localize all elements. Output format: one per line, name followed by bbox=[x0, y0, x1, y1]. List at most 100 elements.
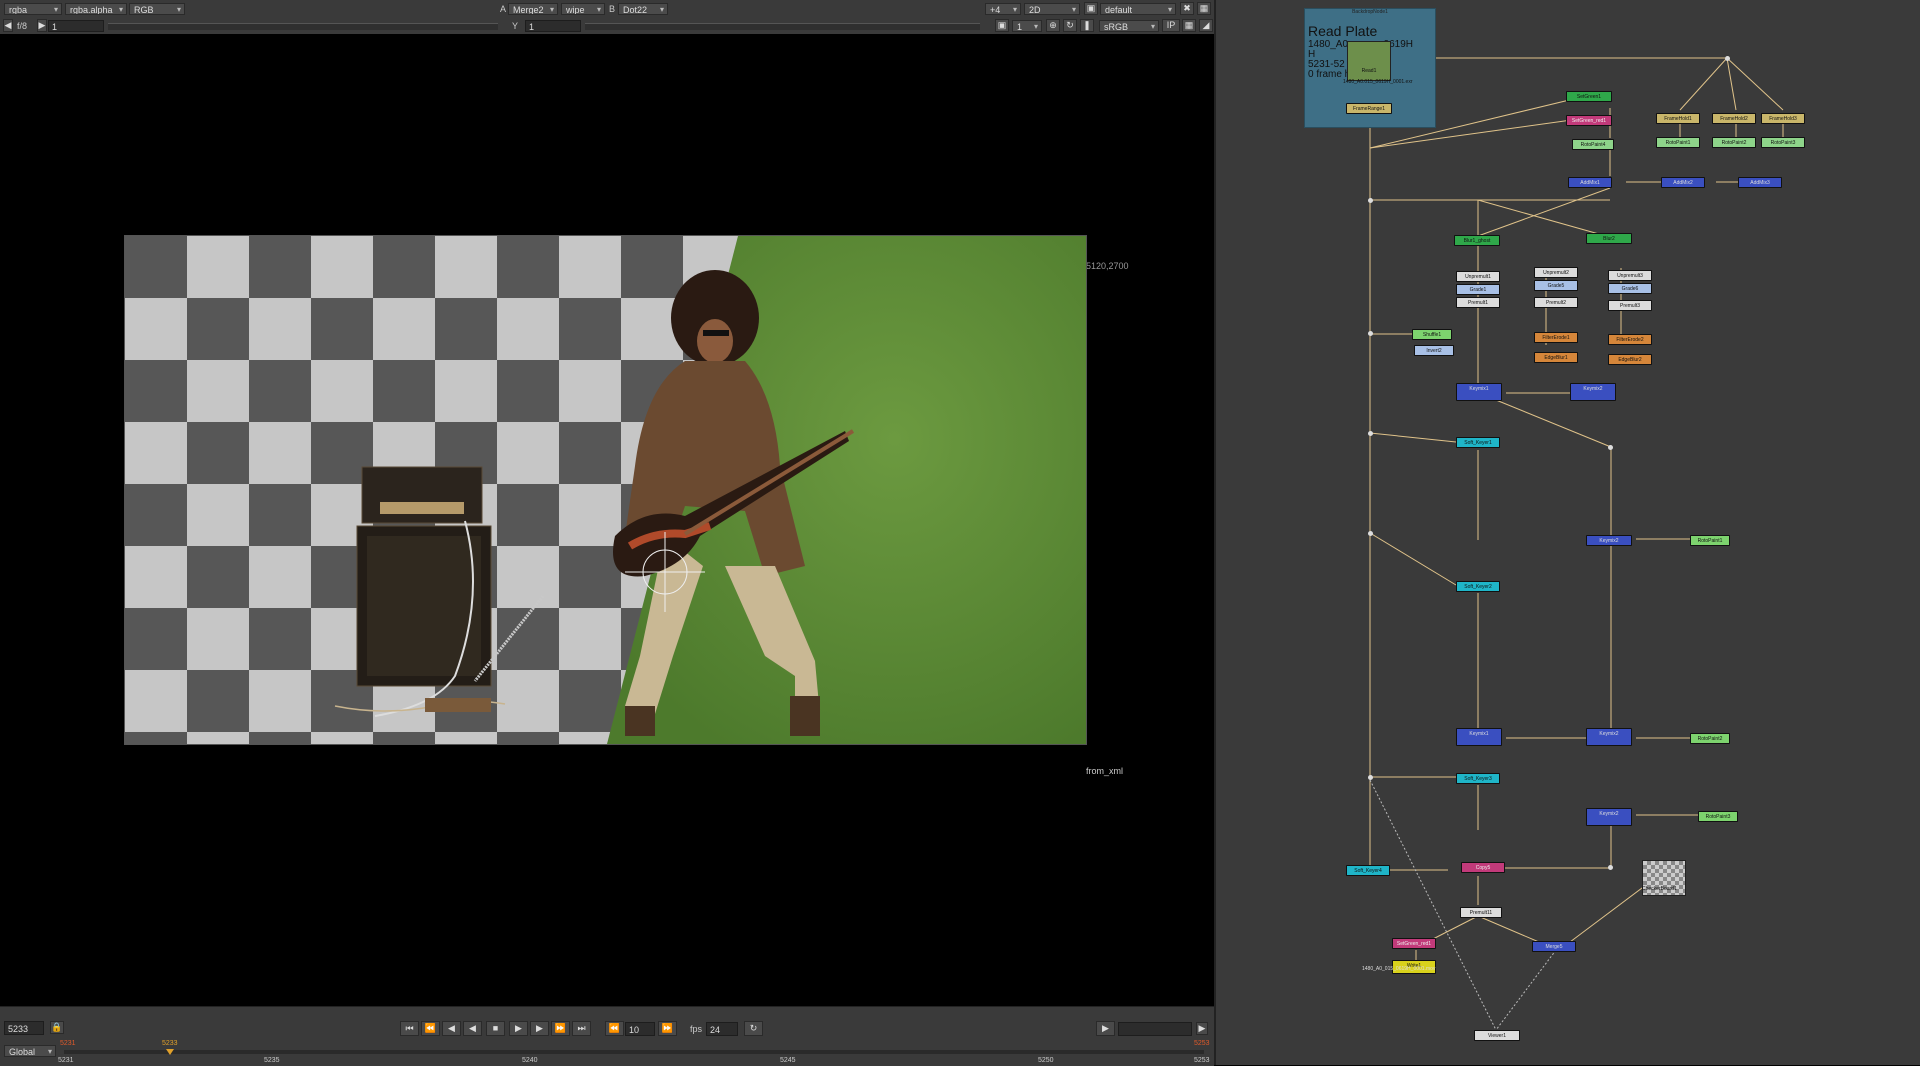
node-soft-keyer3[interactable]: Soft_Keyer3 bbox=[1456, 773, 1500, 784]
node-blur1[interactable]: Blur1_ghost bbox=[1454, 235, 1500, 246]
node-graph-panel[interactable]: BackdropNode1 Read Plate 1480_A0 _0619H … bbox=[1214, 0, 1920, 1065]
clipping-warning-icon[interactable]: ▦ bbox=[1182, 19, 1196, 32]
monitor-out-icon[interactable]: ▶ bbox=[1096, 1021, 1115, 1036]
frame-range-field[interactable] bbox=[1118, 1022, 1192, 1036]
node-soft-keyer4[interactable]: Soft_Keyer4 bbox=[1346, 865, 1390, 876]
node-keymix2[interactable]: Keymix2 bbox=[1570, 383, 1616, 401]
node-unpremult3[interactable]: Unpremult3 bbox=[1608, 270, 1652, 281]
loop-icon[interactable]: ↻ bbox=[744, 1021, 763, 1036]
node-keymix3[interactable]: Keymix1 bbox=[1456, 728, 1502, 746]
proxy-icon[interactable]: ▣ bbox=[995, 19, 1009, 32]
input-process-button[interactable]: IP bbox=[1162, 19, 1180, 32]
node-filter-erode1[interactable]: FilterErode1 bbox=[1534, 332, 1578, 343]
node-set-green-red[interactable]: SetGreen_red1 bbox=[1566, 115, 1612, 126]
increment-field[interactable]: 10 bbox=[625, 1022, 655, 1036]
dot-node[interactable] bbox=[1368, 198, 1373, 203]
dot-node[interactable] bbox=[1725, 56, 1730, 61]
node-roto1[interactable]: RotoPaint1 bbox=[1656, 137, 1700, 148]
node-premult2[interactable]: Premult2 bbox=[1534, 297, 1578, 308]
node-edge-blur1[interactable]: EdgeBlur1 bbox=[1534, 352, 1578, 363]
playhead-marker[interactable]: 5233 bbox=[162, 1040, 178, 1047]
last-frame-icon[interactable]: ⏭ bbox=[572, 1021, 591, 1036]
roi-icon[interactable]: ▦ bbox=[1197, 2, 1211, 15]
node-copy5[interactable]: Copy5 bbox=[1461, 862, 1505, 873]
in-point-marker[interactable]: 5231 bbox=[60, 1040, 76, 1047]
node-merge5[interactable]: Merge5 bbox=[1532, 941, 1576, 952]
gain-up-arrow-icon[interactable]: ▶ bbox=[37, 19, 47, 32]
lock-icon[interactable]: ✖ bbox=[1180, 2, 1194, 15]
read-node-thumbnail[interactable]: Read1 bbox=[1347, 41, 1391, 81]
node-premult3[interactable]: Premult3 bbox=[1608, 300, 1652, 311]
node-roto-right3[interactable]: RotoPaint3 bbox=[1698, 811, 1738, 822]
node-set-green[interactable]: SetGreen1 bbox=[1566, 91, 1612, 102]
gain-down-arrow-icon[interactable]: ◀ bbox=[3, 19, 13, 32]
node-keymix6[interactable]: Keymix2 bbox=[1586, 808, 1632, 826]
timeline-track[interactable] bbox=[64, 1050, 1204, 1054]
dot-node[interactable] bbox=[1368, 531, 1373, 536]
proxy-dropdown[interactable]: 1 bbox=[1012, 20, 1042, 32]
node-soft-keyer1[interactable]: Soft_Keyer1 bbox=[1456, 437, 1500, 448]
node-keymix1[interactable]: Keymix1 bbox=[1456, 383, 1502, 401]
node-framehold2[interactable]: FrameHold2 bbox=[1712, 113, 1756, 124]
prev-frame-icon[interactable]: ◀ bbox=[442, 1021, 461, 1036]
pause-icon[interactable]: ❚ bbox=[1080, 19, 1094, 32]
input-a-dropdown[interactable]: Merge2 bbox=[508, 3, 558, 15]
camera-icon[interactable]: ▣ bbox=[1084, 2, 1098, 15]
node-premult11[interactable]: Premult11 bbox=[1460, 907, 1502, 918]
node-framehold1[interactable]: FrameHold1 bbox=[1656, 113, 1700, 124]
camera-dropdown[interactable]: default bbox=[1100, 3, 1176, 15]
node-premult1[interactable]: Premult1 bbox=[1456, 297, 1500, 308]
node-soft-keyer2[interactable]: Soft_Keyer2 bbox=[1456, 581, 1500, 592]
node-roto-right2[interactable]: RotoPaint2 bbox=[1690, 733, 1730, 744]
node-addmix3[interactable]: AddMix3 bbox=[1738, 177, 1782, 188]
range-mode-dropdown[interactable]: Global bbox=[4, 1045, 56, 1057]
next-frame-icon[interactable]: ▶ bbox=[530, 1021, 549, 1036]
input-b-dropdown[interactable]: Dot22 bbox=[618, 3, 668, 15]
play-backward-icon[interactable]: ◀ bbox=[463, 1021, 482, 1036]
node-frame-range[interactable]: FrameRange1 bbox=[1346, 103, 1392, 114]
stop-icon[interactable]: ■ bbox=[486, 1021, 505, 1036]
dot-node[interactable] bbox=[1368, 775, 1373, 780]
refresh-icon[interactable]: ↻ bbox=[1063, 19, 1077, 32]
dot-node[interactable] bbox=[1608, 865, 1613, 870]
node-roto3[interactable]: RotoPaint3 bbox=[1761, 137, 1805, 148]
node-keymix4[interactable]: Keymix2 bbox=[1586, 728, 1632, 746]
playhead-icon[interactable] bbox=[166, 1049, 174, 1055]
range-arrow-icon[interactable]: ▶ bbox=[1196, 1022, 1208, 1035]
out-point-marker[interactable]: 5253 bbox=[1194, 1040, 1210, 1047]
gamma-field[interactable]: 1 bbox=[525, 20, 581, 32]
viewer-image[interactable] bbox=[124, 235, 1087, 745]
channels-dropdown[interactable]: rgba bbox=[4, 3, 62, 15]
node-invert2[interactable]: Invert2 bbox=[1414, 345, 1454, 356]
gamma-slider[interactable] bbox=[585, 23, 980, 30]
skip-back-icon[interactable]: ⏪ bbox=[605, 1021, 624, 1036]
node-keymix5[interactable]: Keymix2 bbox=[1586, 535, 1632, 546]
node-grade5[interactable]: Grade5 bbox=[1534, 280, 1578, 291]
node-grade6[interactable]: Grade6 bbox=[1608, 283, 1652, 294]
node-unpremult1[interactable]: Unpremult1 bbox=[1456, 271, 1500, 282]
dot-node[interactable] bbox=[1368, 431, 1373, 436]
node-pink-output[interactable]: SetGreen_red1 bbox=[1392, 938, 1436, 949]
node-unpremult2[interactable]: Unpremult2 bbox=[1534, 267, 1578, 278]
display-channels-dropdown[interactable]: RGB bbox=[129, 3, 185, 15]
fps-field[interactable]: 24 bbox=[706, 1022, 738, 1036]
node-filter-erode2[interactable]: FilterErode2 bbox=[1608, 334, 1652, 345]
node-roto2[interactable]: RotoPaint2 bbox=[1712, 137, 1756, 148]
frame-lock-icon[interactable]: 🔒 bbox=[50, 1021, 64, 1034]
view-mode-dropdown[interactable]: 2D bbox=[1024, 3, 1080, 15]
prev-keyframe-icon[interactable]: ⏪ bbox=[421, 1021, 440, 1036]
node-grade1[interactable]: Grade1 bbox=[1456, 284, 1500, 295]
node-blur2[interactable]: Blur2 bbox=[1586, 233, 1632, 244]
downres-dropdown[interactable]: +4 bbox=[985, 3, 1021, 15]
gain-field[interactable]: 1 bbox=[48, 20, 104, 32]
wipe-icon[interactable]: ◢ bbox=[1199, 19, 1213, 32]
node-addmix2[interactable]: AddMix2 bbox=[1661, 177, 1705, 188]
node-roto-right1[interactable]: RotoPaint1 bbox=[1690, 535, 1730, 546]
play-forward-icon[interactable]: ▶ bbox=[509, 1021, 528, 1036]
current-frame-field[interactable]: 5233 bbox=[4, 1021, 44, 1035]
alpha-channel-dropdown[interactable]: rgba.alpha bbox=[65, 3, 127, 15]
node-roto4[interactable]: RotoPaint4 bbox=[1572, 139, 1614, 150]
dot-node[interactable] bbox=[1608, 445, 1613, 450]
wipe-mode-dropdown[interactable]: wipe bbox=[561, 3, 605, 15]
skip-forward-icon[interactable]: ⏩ bbox=[658, 1021, 677, 1036]
